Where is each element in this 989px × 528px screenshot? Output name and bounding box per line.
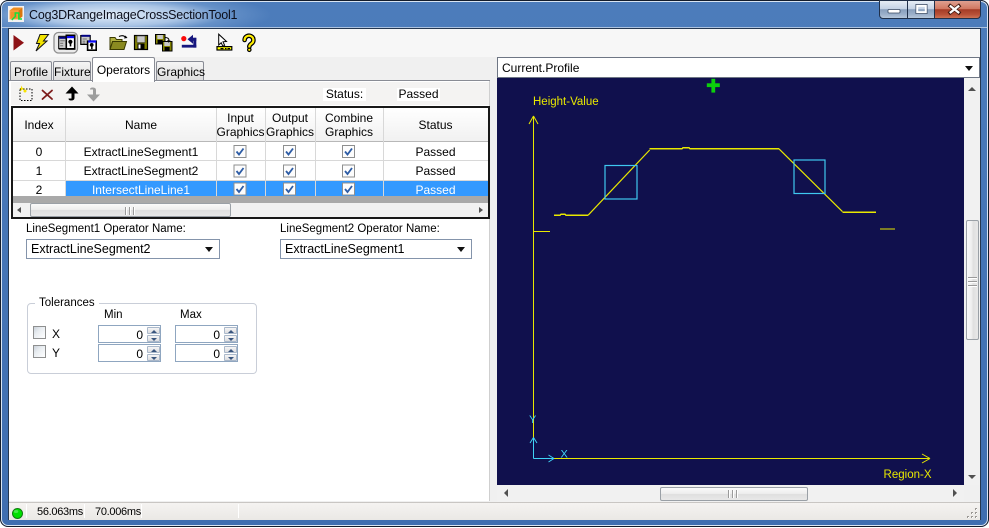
svg-text:Y: Y bbox=[529, 414, 537, 426]
svg-text:Region-X: Region-X bbox=[884, 469, 932, 481]
svg-text:X: X bbox=[561, 449, 569, 461]
svg-text:Height-Value: Height-Value bbox=[533, 96, 599, 108]
